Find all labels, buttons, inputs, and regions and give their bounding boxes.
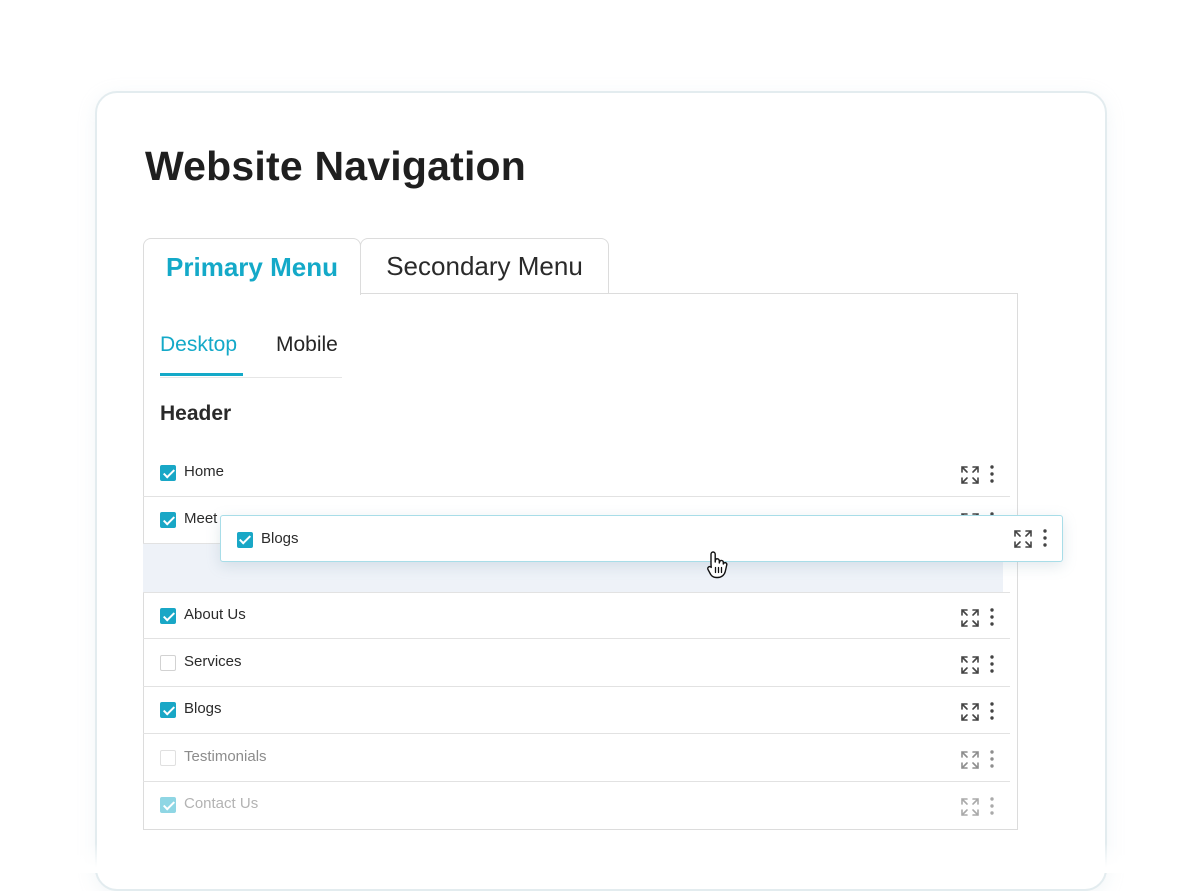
expand-arrows-icon[interactable]: [960, 797, 980, 817]
expand-arrows-icon[interactable]: [960, 750, 980, 770]
vertical-dots-icon[interactable]: [988, 749, 996, 769]
menu-item-row[interactable]: Services: [143, 640, 1010, 687]
menu-item-label: About Us: [184, 606, 246, 623]
menu-item-checkbox[interactable]: [160, 465, 176, 481]
vertical-dots-icon[interactable]: [988, 701, 996, 721]
vertical-dots-icon[interactable]: [1041, 528, 1049, 548]
menu-item-label: Testimonials: [184, 748, 267, 765]
menu-item-row[interactable]: Blogs: [143, 687, 1010, 734]
expand-arrows-icon[interactable]: [960, 655, 980, 675]
menu-item-checkbox[interactable]: [160, 797, 176, 813]
tab-mobile[interactable]: Mobile: [276, 333, 338, 357]
tab-secondary-menu[interactable]: Secondary Menu: [360, 238, 609, 294]
menu-item-checkbox[interactable]: [160, 512, 176, 528]
menu-item-label: Blogs: [184, 700, 222, 717]
expand-arrows-icon[interactable]: [1013, 529, 1033, 549]
dragging-menu-item[interactable]: Blogs: [220, 515, 1063, 562]
page-title: Website Navigation: [145, 143, 527, 189]
menu-item-label: Blogs: [261, 530, 299, 547]
expand-arrows-icon[interactable]: [960, 702, 980, 722]
menu-item-checkbox[interactable]: [160, 750, 176, 766]
vertical-dots-icon[interactable]: [988, 464, 996, 484]
menu-item-label: Contact Us: [184, 795, 259, 812]
menu-item-row[interactable]: Contact Us: [143, 782, 1010, 829]
menu-item-checkbox[interactable]: [237, 532, 253, 548]
menu-item-row[interactable]: About Us: [143, 592, 1010, 639]
tab-primary-menu[interactable]: Primary Menu: [143, 238, 361, 295]
menu-item-checkbox[interactable]: [160, 655, 176, 671]
menu-item-checkbox[interactable]: [160, 702, 176, 718]
active-tab-indicator: [160, 373, 243, 376]
menu-item-label: Services: [184, 653, 242, 670]
menu-item-label: Meet: [184, 510, 218, 527]
bottom-fade: [0, 843, 1200, 873]
vertical-dots-icon[interactable]: [988, 654, 996, 674]
section-title: Header: [160, 402, 232, 425]
menu-item-row[interactable]: Testimonials: [143, 735, 1010, 782]
device-tabs: Desktop Mobile: [160, 333, 342, 378]
vertical-dots-icon[interactable]: [988, 796, 996, 816]
tab-desktop[interactable]: Desktop: [160, 333, 237, 357]
expand-arrows-icon[interactable]: [960, 608, 980, 628]
grab-hand-cursor-icon: [707, 551, 728, 579]
vertical-dots-icon[interactable]: [988, 607, 996, 627]
menu-item-label: Home: [184, 463, 225, 480]
menu-item-row[interactable]: Home: [143, 450, 1010, 497]
menu-item-checkbox[interactable]: [160, 608, 176, 624]
expand-arrows-icon[interactable]: [960, 465, 980, 485]
